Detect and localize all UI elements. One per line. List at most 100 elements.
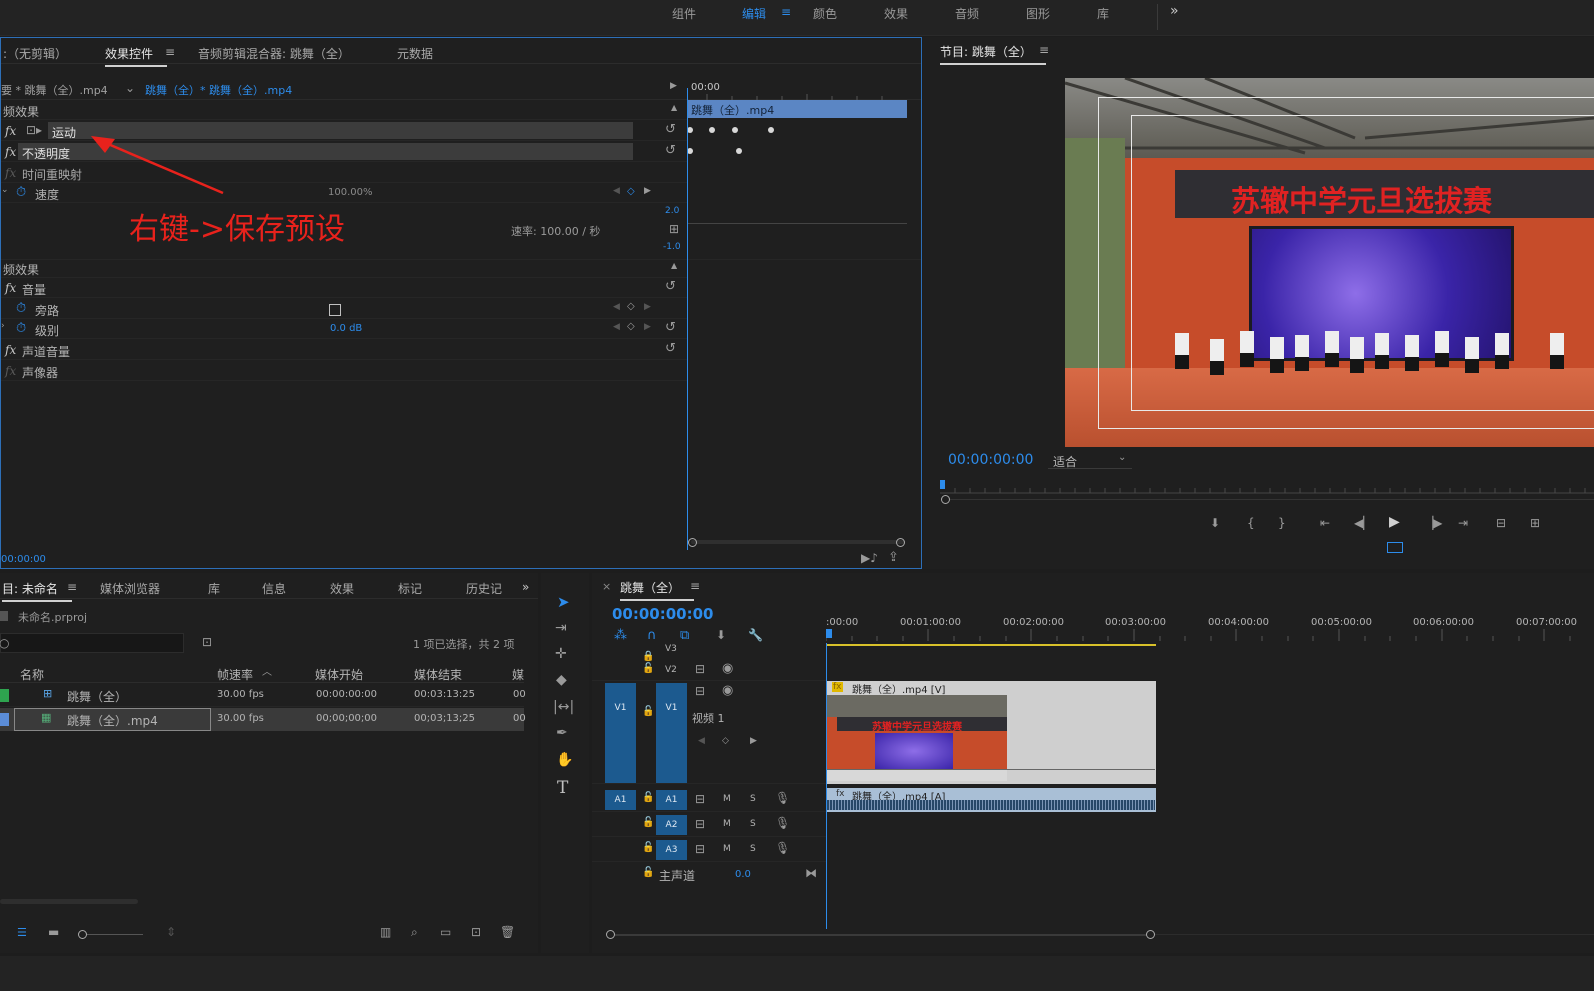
mini-ruler[interactable]: 00:00	[687, 78, 921, 100]
eye-icon[interactable]: ◉	[722, 684, 733, 697]
play-audio-icon[interactable]: ▶♪	[861, 552, 878, 564]
zoom-slider-track[interactable]	[87, 934, 143, 935]
reset-icon[interactable]: ↺	[665, 342, 676, 355]
project-search-input[interactable]: ○	[0, 633, 184, 653]
video-clip[interactable]: fx 跳舞（全）.mp4 [V] 苏辙中学元旦选拔赛	[826, 681, 1156, 784]
next-keyframe-icon[interactable]: ▶	[644, 303, 651, 312]
source-patch-a1[interactable]: A1	[605, 790, 636, 810]
new-search-bin-icon[interactable]: ⊡	[202, 636, 212, 648]
effect-row-panner[interactable]: fx 声像器	[1, 361, 687, 381]
tab-info[interactable]: 信息	[262, 580, 286, 597]
stopwatch-icon[interactable]: ⏱	[16, 301, 26, 316]
timeline-scroll-handle-right[interactable]	[1146, 930, 1155, 939]
keyframe-dot[interactable]	[709, 127, 715, 133]
project-row-sequence[interactable]: ⊞ 跳舞（全） 30.00 fps 00:00:00:00 00:03:13:2…	[0, 684, 526, 707]
reset-icon[interactable]: ↺	[665, 321, 676, 334]
prev-keyframe-icon[interactable]: ◀	[698, 737, 705, 746]
opacity-rubber-band[interactable]	[827, 769, 1155, 770]
next-keyframe-icon[interactable]: ▶	[644, 187, 651, 196]
tab-source[interactable]: :（无剪辑）	[3, 45, 67, 62]
tab-menu-icon[interactable]: ≡	[165, 45, 175, 59]
bypass-checkbox[interactable]	[329, 304, 341, 316]
workspace-menu-icon[interactable]: ≡	[781, 5, 791, 19]
lock-icon[interactable]: 🔓	[642, 793, 654, 803]
zoom-slider-handle[interactable]	[78, 930, 87, 939]
tab-markers[interactable]: 标记	[398, 580, 422, 597]
track-a2-header[interactable]: 🔓 A2 ⊟ M S 🎙	[592, 813, 826, 837]
mini-clip-bar[interactable]: 跳舞（全）.mp4	[687, 100, 907, 118]
eye-icon[interactable]: ◉	[722, 662, 733, 675]
add-keyframe-icon[interactable]: ◇	[627, 322, 635, 332]
source-patch-v1[interactable]: V1	[605, 683, 636, 783]
timeline-scrollbar[interactable]	[615, 934, 1147, 936]
scroll-handle-left[interactable]	[688, 538, 697, 547]
solo-button[interactable]: S	[750, 819, 756, 829]
param-row-level[interactable]: › ⏱ 级别 0.0 dB ◀ ◇ ▶ ↺	[1, 319, 687, 339]
audio-clip[interactable]: fx 跳舞（全）.mp4 [A]	[826, 788, 1156, 812]
add-keyframe-icon[interactable]: ◇	[627, 186, 635, 197]
reset-icon[interactable]: ↺	[665, 280, 676, 293]
reset-icon[interactable]: ↺	[665, 123, 676, 136]
selection-tool-icon[interactable]: ➤	[557, 593, 570, 611]
fx-icon[interactable]: fx	[5, 281, 16, 295]
prev-keyframe-icon[interactable]: ◀	[613, 187, 620, 196]
mute-button[interactable]: M	[723, 819, 731, 829]
fx-icon[interactable]: fx	[5, 343, 16, 357]
playhead-line[interactable]	[687, 88, 688, 550]
step-forward-icon[interactable]: ▕▶	[1424, 517, 1442, 529]
keyframe-dot[interactable]	[736, 148, 742, 154]
track-a1-header[interactable]: A1 🔓 A1 ⊟ M S 🎙	[592, 788, 826, 812]
lock-icon[interactable]: 🔓	[642, 818, 654, 828]
collapse-icon[interactable]: ▲	[671, 104, 677, 112]
play-triangle-icon[interactable]: ▶	[670, 82, 677, 91]
mute-button[interactable]: M	[723, 844, 731, 854]
program-menu-icon[interactable]: ≡	[1039, 43, 1049, 57]
sync-lock-icon[interactable]: ⊟	[695, 663, 705, 675]
program-zoom-bar[interactable]	[950, 499, 1594, 500]
microphone-icon[interactable]: 🎙	[775, 842, 790, 854]
tab-effects[interactable]: 效果	[330, 580, 354, 597]
scroll-handle-right[interactable]	[896, 538, 905, 547]
close-sequence-icon[interactable]: ×	[602, 580, 611, 593]
pen-tool-icon[interactable]: ✒	[556, 726, 568, 740]
track-v1-header[interactable]: V1 🔓 V1 ⊟ ◉ 视频 1 ◀ ◇ ▶	[592, 681, 826, 784]
sequence-menu-icon[interactable]: ≡	[690, 579, 700, 593]
effect-row-volume[interactable]: fx 音量 ↺	[1, 278, 687, 298]
tab-audio-mixer[interactable]: 音频剪辑混合器: 跳舞（全）	[198, 45, 350, 62]
master-volume-value[interactable]: 0.0	[735, 869, 751, 880]
workspace-editing[interactable]: 编辑	[742, 5, 766, 22]
workspace-effects[interactable]: 效果	[884, 5, 908, 22]
mute-button[interactable]: M	[723, 794, 731, 804]
sort-icons-icon[interactable]: ⇕	[166, 926, 176, 938]
workspace-audio[interactable]: 音频	[955, 5, 979, 22]
timeline-ruler[interactable]: :00:00 00:01:00:00 00:02:00:00 00:03:00:…	[826, 613, 1594, 649]
fit-dropdown[interactable]: 适合 ⌄	[1048, 451, 1132, 469]
type-tool-icon[interactable]: T	[557, 778, 568, 798]
automate-to-sequence-icon[interactable]: ▥	[380, 926, 391, 938]
list-view-icon[interactable]: ☰	[17, 926, 27, 939]
expand-icon[interactable]: ⌄	[1, 186, 9, 195]
go-to-end-icon[interactable]: ⧓	[805, 867, 817, 879]
icon-view-icon[interactable]: ▬	[48, 926, 59, 938]
step-back-icon[interactable]: ◀▏	[1354, 517, 1372, 529]
sequence-clip-label[interactable]: 跳舞（全）* 跳舞（全）.mp4	[145, 82, 292, 98]
tab-effect-controls[interactable]: 效果控件	[105, 45, 168, 67]
add-keyframe-icon[interactable]: ◇	[722, 737, 729, 746]
snap-icon[interactable]: ∩	[647, 628, 657, 643]
stopwatch-icon[interactable]: ⏱	[16, 185, 26, 200]
program-timecode[interactable]: 00:00:00:00	[948, 452, 1033, 468]
workspace-libraries[interactable]: 库	[1097, 5, 1109, 22]
timeline-scroll-handle-left[interactable]	[606, 930, 615, 939]
workspace-graphics[interactable]: 图形	[1026, 5, 1050, 22]
project-horizontal-scrollbar[interactable]	[0, 899, 138, 904]
tab-project-menu-icon[interactable]: ≡	[67, 580, 77, 594]
microphone-icon[interactable]: 🎙	[775, 792, 790, 804]
stopwatch-icon[interactable]: ⏱	[16, 321, 26, 336]
new-item-icon[interactable]: ⊡	[471, 926, 481, 938]
lock-icon[interactable]: 🔓	[642, 868, 654, 878]
program-ruler[interactable]	[940, 480, 1594, 494]
track-v2-header[interactable]: 🔓 V2 ⊟ ◉	[592, 657, 826, 681]
export-icon[interactable]: ⇪	[888, 551, 899, 564]
track-target-a3[interactable]: A3	[656, 840, 687, 860]
microphone-icon[interactable]: 🎙	[775, 817, 790, 829]
